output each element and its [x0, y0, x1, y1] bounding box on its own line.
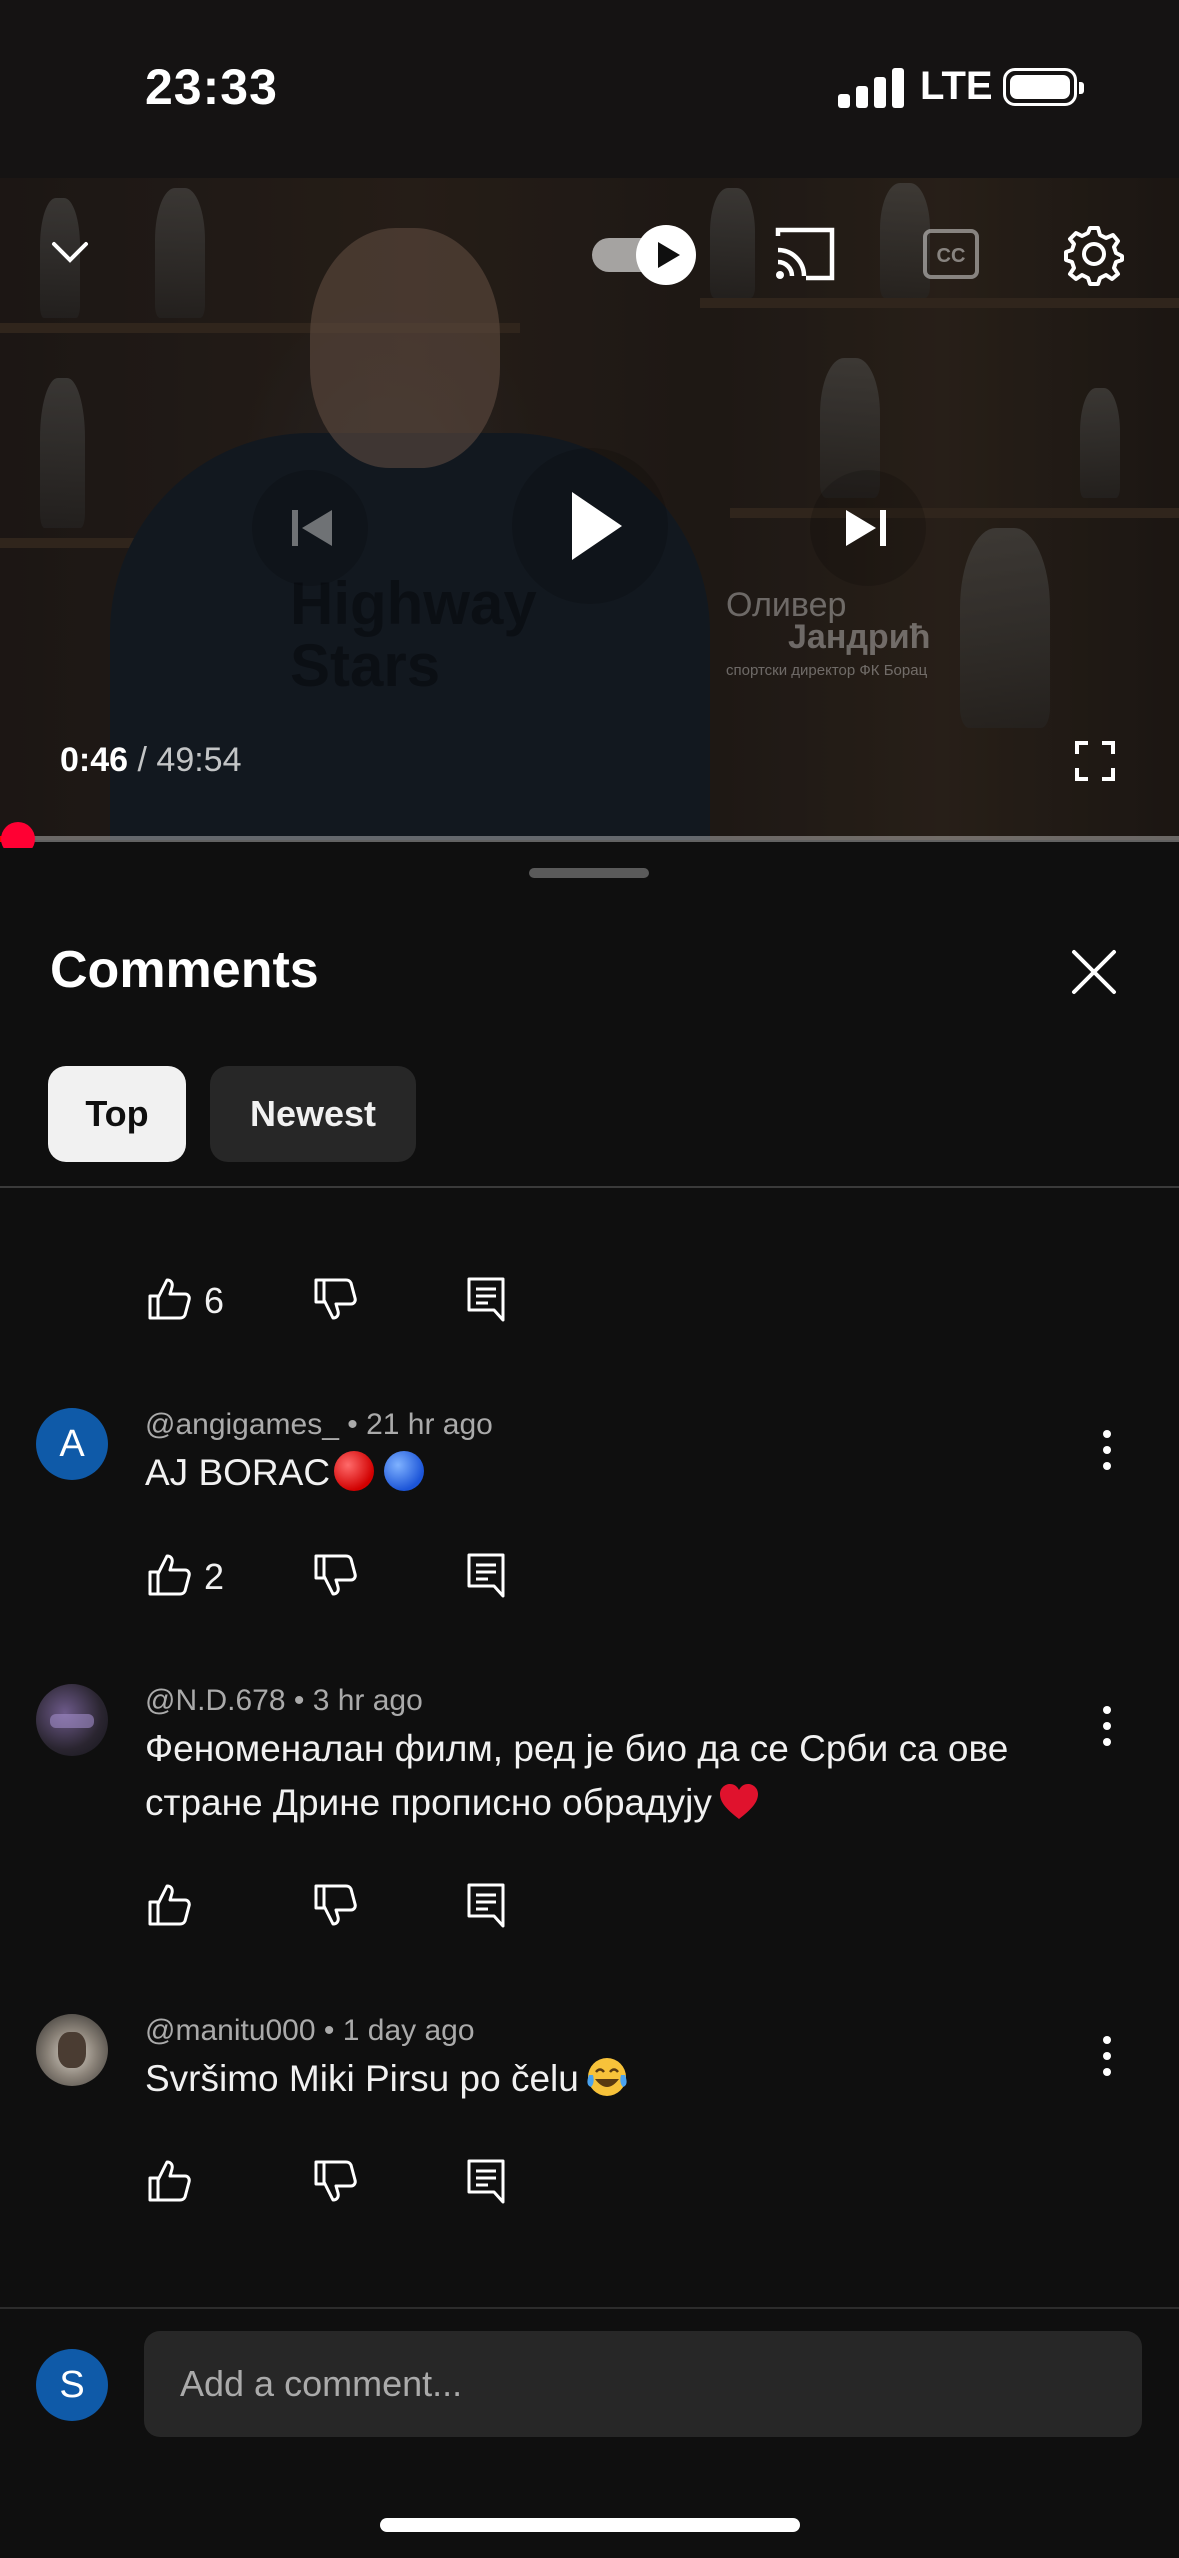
close-icon[interactable] [1062, 940, 1126, 1004]
network-type: LTE [920, 64, 993, 108]
home-indicator[interactable] [380, 2518, 800, 2532]
fullscreen-icon[interactable] [1074, 740, 1116, 782]
reply-icon[interactable] [466, 1276, 506, 1322]
comment-time: • 1 day ago [323, 2014, 475, 2047]
comment-author[interactable]: @angigames_ [145, 1408, 339, 1441]
thumbs-up-icon[interactable] [146, 2158, 192, 2204]
divider [0, 1186, 1179, 1188]
playback-time: 0:46 / 49:54 [60, 741, 242, 780]
comment-text: Svršimo Miki Pirsu po čelu [145, 2052, 1065, 2106]
comment-text-content: AJ BORAC [145, 1452, 331, 1493]
video-watermark-subtitle: спортски директор ФК Борац [726, 662, 928, 679]
next-icon[interactable] [808, 468, 928, 588]
settings-gear-icon[interactable] [1062, 222, 1126, 286]
comment-meta: @angigames_ • 21 hr ago [145, 1408, 493, 1442]
thumbs-down-icon[interactable] [312, 2158, 358, 2204]
comment-text-line: стране Дрине прописно обрадују [145, 1782, 712, 1823]
blue-circle-emoji [384, 1451, 425, 1491]
like-count: 2 [204, 1556, 225, 1597]
thumbs-up-icon[interactable] [146, 1882, 192, 1928]
cast-icon[interactable] [772, 224, 838, 284]
reply-icon[interactable] [466, 1552, 506, 1598]
progress-track[interactable] [0, 836, 1179, 842]
comment-author[interactable]: @manitu000 [145, 2014, 316, 2047]
comment-meta: @N.D.678 • 3 hr ago [145, 1684, 423, 1718]
reply-icon[interactable] [466, 2158, 506, 2204]
video-player[interactable]: Highway Stars Оливер Јандрић спортски ди… [0, 178, 1179, 840]
svg-text:CC: CC [937, 245, 966, 267]
cellular-signal-icon [838, 66, 904, 108]
comment-text-line-2: стране Дрине прописно обрадују [145, 1776, 1065, 1830]
red-circle-emoji [334, 1451, 375, 1491]
avatar[interactable] [36, 1684, 108, 1756]
tab-top[interactable]: Top [48, 1066, 186, 1162]
comment-time: • 21 hr ago [347, 1408, 493, 1441]
autoplay-toggle-icon[interactable] [588, 222, 700, 286]
more-options-icon[interactable] [1095, 2026, 1119, 2086]
comments-panel: Comments Top Newest 6 A @angigames_ • 21… [0, 848, 1179, 2556]
drag-handle[interactable] [529, 868, 649, 878]
comment-text-line: Феноменалан филм, ред је био да се Срби … [145, 1728, 1009, 1769]
video-duration: / 49:54 [137, 741, 242, 779]
tears-of-joy-emoji [587, 2058, 627, 2096]
avatar[interactable]: A [36, 1408, 108, 1480]
comment-input[interactable]: Add a comment... [144, 2331, 1142, 2437]
comments-title: Comments [50, 941, 319, 999]
red-heart-emoji [719, 1784, 758, 1819]
comment-meta: @manitu000 • 1 day ago [145, 2014, 475, 2048]
thumbs-up-icon[interactable] [146, 1552, 192, 1598]
user-avatar[interactable]: S [36, 2349, 108, 2421]
captions-icon[interactable]: CC [922, 228, 980, 280]
comment-time: • 3 hr ago [293, 1684, 423, 1717]
comment-author[interactable]: @N.D.678 [145, 1684, 286, 1717]
video-watermark-surname: Јандрић [788, 618, 931, 656]
thumbs-down-icon[interactable] [312, 1552, 358, 1598]
reply-icon[interactable] [466, 1882, 506, 1928]
thumbs-down-icon[interactable] [312, 1882, 358, 1928]
avatar[interactable] [36, 2014, 108, 2086]
status-bar: 23:33 LTE [0, 0, 1179, 178]
comment-text-content: Svršimo Miki Pirsu po čelu [145, 2058, 579, 2099]
chevron-down-icon[interactable] [46, 228, 94, 276]
more-options-icon[interactable] [1095, 1420, 1119, 1480]
current-time: 0:46 [60, 741, 129, 779]
thumbs-up-icon[interactable] [146, 1276, 192, 1322]
comment-text: Феноменалан филм, ред је био да се Срби … [145, 1722, 1065, 1830]
thumbs-down-icon[interactable] [312, 1276, 358, 1322]
previous-icon[interactable] [250, 468, 370, 588]
like-count: 6 [204, 1280, 225, 1321]
more-options-icon[interactable] [1095, 1696, 1119, 1756]
tab-newest[interactable]: Newest [210, 1066, 416, 1162]
status-time: 23:33 [145, 59, 278, 115]
battery-icon [1003, 68, 1084, 106]
comment-text: AJ BORAC [145, 1446, 1065, 1500]
play-icon[interactable] [510, 446, 670, 606]
